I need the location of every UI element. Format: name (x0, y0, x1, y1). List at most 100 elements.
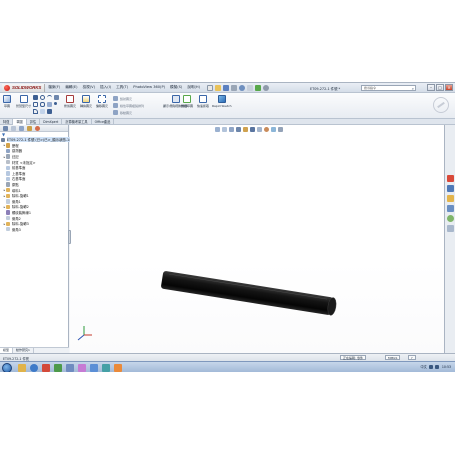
view-palette-icon[interactable] (447, 205, 454, 212)
explorer-icon[interactable] (18, 364, 26, 372)
rapid-sketch-button[interactable]: Rapid Sketch (212, 95, 232, 108)
convert-entities-button[interactable]: 轉換圖元 (80, 95, 92, 108)
sketch-button[interactable]: 草圖 (3, 95, 11, 108)
graphics-area[interactable] (68, 125, 444, 353)
minimize-icon[interactable]: – (427, 84, 435, 91)
repair-sketch-icon (183, 95, 191, 103)
tree-item-label: 上基準面 (11, 171, 26, 176)
menu-insert[interactable]: 插入(I) (100, 85, 111, 90)
mirror-entities-label[interactable]: 鏡射圖元 (120, 97, 132, 101)
open-icon[interactable] (215, 84, 222, 91)
property-manager-icon[interactable] (11, 125, 16, 131)
move-entities-label[interactable]: 移動圖元 (120, 111, 132, 115)
language-indicator[interactable]: 中文 (420, 364, 426, 369)
feature-icon (1, 137, 6, 142)
windows-taskbar: 中文 10:53 (0, 361, 455, 372)
line-icon[interactable] (33, 95, 38, 100)
feature-icon (6, 165, 11, 170)
search-icon[interactable]: ⌕ (412, 86, 414, 91)
spline-icon[interactable] (54, 95, 59, 100)
rectangle-icon[interactable] (33, 102, 38, 107)
clock[interactable]: 10:53 (442, 365, 451, 369)
excel-icon[interactable] (54, 364, 62, 372)
reference-triad-icon (77, 326, 92, 341)
linear-pattern-label[interactable]: 線性草圖複製排列 (120, 104, 144, 108)
display-manager-icon[interactable] (35, 125, 40, 131)
save-icon[interactable] (223, 84, 230, 91)
folder-icon[interactable] (66, 364, 74, 372)
menu-photoview[interactable]: PhotoView 360(P) (133, 85, 165, 90)
app-icon[interactable] (114, 364, 122, 372)
trim-icon (66, 95, 74, 103)
solidworks-resources-icon[interactable] (447, 175, 454, 182)
rebuild-icon[interactable] (255, 84, 262, 91)
solidworks-taskbar-icon[interactable] (42, 364, 50, 372)
tree-item-label: 材質 <未指定> (11, 160, 36, 165)
start-button[interactable] (2, 363, 12, 372)
feature-manager-icon[interactable] (3, 125, 8, 131)
ds-logo-icon (4, 84, 10, 91)
smart-dimension-button[interactable]: 智慧型尺寸 (16, 95, 31, 108)
browser-icon[interactable] (30, 364, 38, 372)
new-icon[interactable] (207, 84, 214, 91)
trim-entities-button[interactable]: 修剪圖元 (64, 95, 76, 108)
feature-icon (6, 182, 11, 187)
search-input[interactable]: 搜尋指令 ⌕ (361, 85, 416, 91)
network-icon[interactable] (428, 364, 433, 369)
move-entities-icon[interactable] (113, 110, 118, 115)
quick-snaps-button[interactable]: 快速抓取 (197, 95, 209, 108)
fillet-icon[interactable] (33, 109, 38, 114)
configuration-manager-icon[interactable] (19, 125, 24, 131)
help-button[interactable]: ? (408, 355, 416, 360)
menu-file[interactable]: 檔案(F) (48, 85, 60, 90)
arc-icon[interactable] (47, 95, 52, 100)
linear-pattern-icon[interactable] (113, 103, 118, 108)
offset-entities-button[interactable]: 偏移圖元 (96, 95, 108, 108)
volume-icon[interactable] (434, 364, 439, 369)
repair-sketch-button[interactable]: 修復草圖 (181, 95, 193, 108)
maximize-icon[interactable]: □ (436, 84, 444, 91)
word-icon[interactable] (90, 364, 98, 372)
menu-simulation[interactable]: 模擬(S) (170, 85, 182, 90)
menu-help[interactable]: 說明(H) (187, 85, 200, 90)
tree-item-label: 除料-旋轉3 (11, 222, 29, 227)
print-icon[interactable] (231, 84, 238, 91)
relations-icon (171, 95, 180, 103)
circle-icon[interactable] (40, 95, 45, 100)
feature-icon (6, 187, 11, 193)
text-icon[interactable] (47, 109, 52, 114)
undo-icon[interactable] (239, 84, 246, 91)
design-library-icon[interactable] (447, 185, 454, 192)
polygon-icon[interactable] (47, 102, 52, 107)
appearances-icon[interactable] (447, 215, 454, 222)
logo-text: SOLIDWORKS (12, 85, 42, 90)
plane-icon[interactable] (40, 109, 45, 114)
shaft-part[interactable] (161, 271, 338, 316)
unit-system[interactable]: MMGS (385, 355, 401, 360)
menu-view[interactable]: 檢視(V) (83, 85, 95, 90)
slot-icon[interactable] (40, 102, 45, 107)
status-bar: ET09-272-1 件號 正在編輯: 零件 MMGS ? (0, 353, 455, 361)
rapid-sketch-icon (217, 95, 226, 103)
mirror-icon[interactable] (113, 96, 118, 101)
point-icon[interactable] (54, 102, 57, 105)
media-icon[interactable] (102, 364, 110, 372)
dimxpert-manager-icon[interactable] (27, 125, 32, 131)
tree-item-label: 填料1 (11, 188, 21, 193)
paint-icon[interactable] (78, 364, 86, 372)
screen: SOLIDWORKS 檔案(F) 編輯(E) 檢視(V) 插入(I) 工具(T)… (0, 0, 455, 455)
close-icon[interactable]: × (445, 84, 453, 91)
command-manager: 草圖 智慧型尺寸 修剪圖元 轉換圖元 偏移圖元 鏡射圖元 線性草圖複製排列 移動… (0, 93, 455, 119)
select-icon[interactable] (247, 84, 254, 91)
feature-icon (6, 159, 11, 165)
tree-item[interactable]: 倒角3 (0, 227, 68, 233)
system-tray: 中文 10:53 (417, 364, 451, 369)
menu-tools[interactable]: 工具(T) (116, 85, 128, 90)
file-explorer-icon[interactable] (447, 195, 454, 202)
menu-edit[interactable]: 編輯(E) (65, 85, 77, 90)
tree-item-label: ET09-272-1 件號 (已>(已>_顯示狀態-1>) (6, 137, 74, 143)
editing-status: 正在編輯: 零件 (340, 355, 366, 360)
options-icon[interactable] (263, 84, 270, 91)
solidworks-logo[interactable]: SOLIDWORKS (2, 83, 46, 92)
custom-properties-icon[interactable] (447, 225, 454, 232)
